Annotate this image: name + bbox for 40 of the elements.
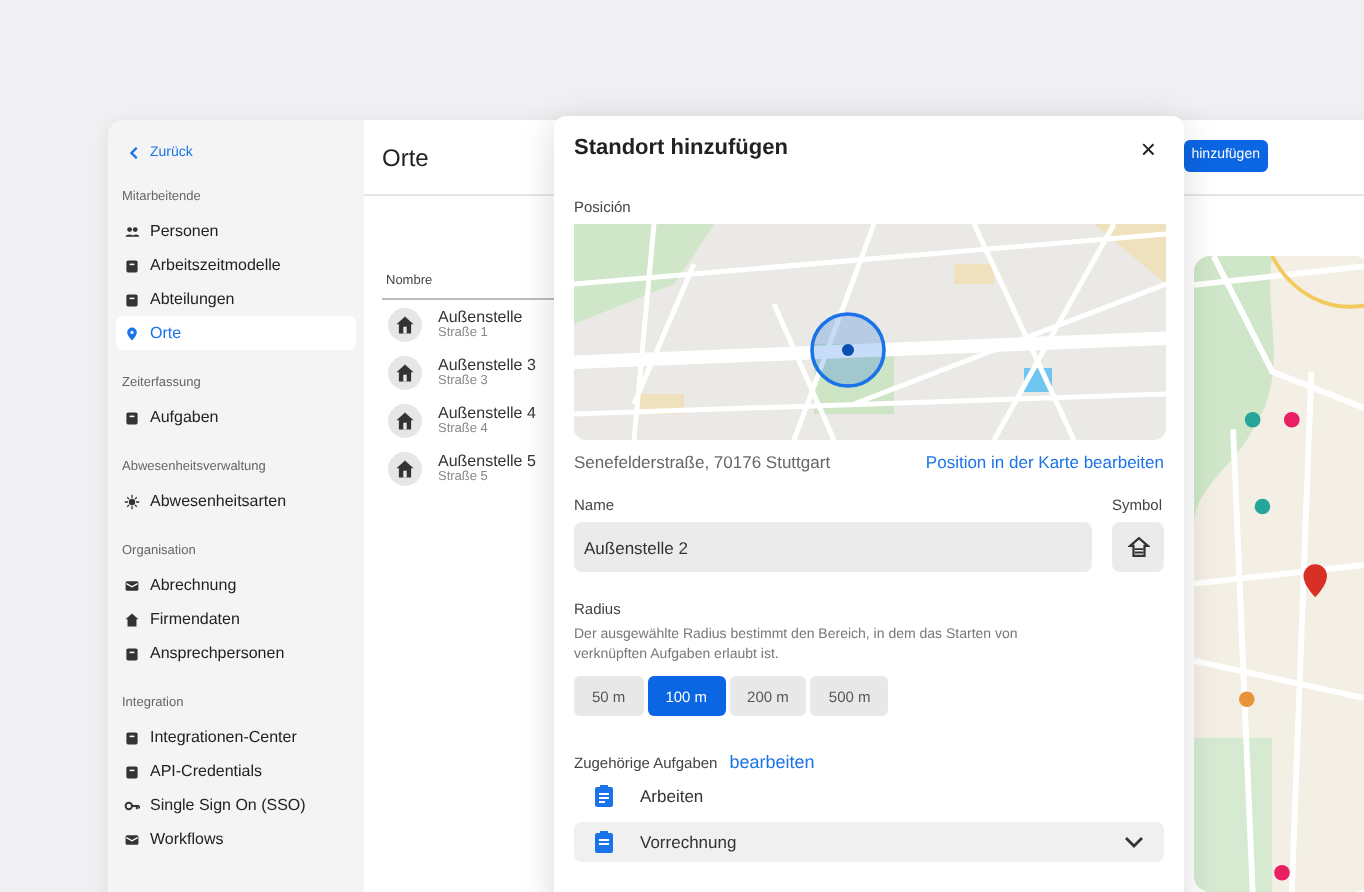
chevron-left-icon <box>128 145 142 159</box>
sidebar-item[interactable]: Abteilungen <box>116 282 356 316</box>
sidebar-item[interactable]: Personen <box>116 214 356 248</box>
symbol-button[interactable] <box>1112 522 1164 572</box>
sidebar-item[interactable]: Orte <box>116 316 356 350</box>
house-icon <box>124 611 140 627</box>
close-button[interactable]: × <box>1132 135 1164 161</box>
sidebar-item[interactable]: API-Credentials <box>116 754 356 788</box>
sun-icon <box>124 493 140 509</box>
sidebar-item[interactable]: Workflows <box>116 822 356 856</box>
name-field[interactable]: Außenstelle 2 <box>574 522 1092 572</box>
location-name: Außenstelle 3 <box>438 356 536 374</box>
house-icon <box>1127 536 1149 558</box>
location-name: Außenstelle 5 <box>438 452 536 470</box>
address-text: Senefelderstraße, 70176 Stuttgart <box>574 452 831 472</box>
sidebar-item[interactable]: Abwesenheitsarten <box>116 484 356 518</box>
house-icon <box>388 403 422 437</box>
task-item[interactable]: Arbeiten <box>574 776 1164 816</box>
sidebar-item[interactable]: Abrechnung <box>116 568 356 602</box>
sidebar-item[interactable]: Firmendaten <box>116 602 356 636</box>
pin-icon <box>124 325 140 341</box>
page-title: Orte <box>382 143 429 171</box>
sidebar-item[interactable]: Aufgaben <box>116 400 356 434</box>
dialog-title: Standort hinzufügen <box>574 136 790 160</box>
edit-tasks-link[interactable]: bearbeiten <box>729 752 815 772</box>
mail-icon <box>124 831 140 847</box>
sidebar-item[interactable]: Arbeitszeitmodelle <box>116 248 356 282</box>
edit-position-link[interactable]: Position in der Karte bearbeiten <box>925 452 1164 472</box>
house-icon <box>388 355 422 389</box>
chevron-down-icon <box>1124 836 1144 848</box>
sidebar-item[interactable]: Single Sign On (SSO) <box>116 788 356 822</box>
people-icon <box>124 223 140 239</box>
sidebar-item[interactable]: Ansprechpersonen <box>116 636 356 670</box>
location-name: Außenstelle 4 <box>438 404 536 422</box>
house-icon <box>388 307 422 341</box>
key-icon <box>124 797 140 813</box>
task-dropdown[interactable]: Vorrechnung <box>574 822 1164 862</box>
location-name: Außenstelle <box>438 308 523 326</box>
house-icon <box>388 451 422 485</box>
sidebar-item[interactable]: Integrationen-Center <box>116 720 356 754</box>
